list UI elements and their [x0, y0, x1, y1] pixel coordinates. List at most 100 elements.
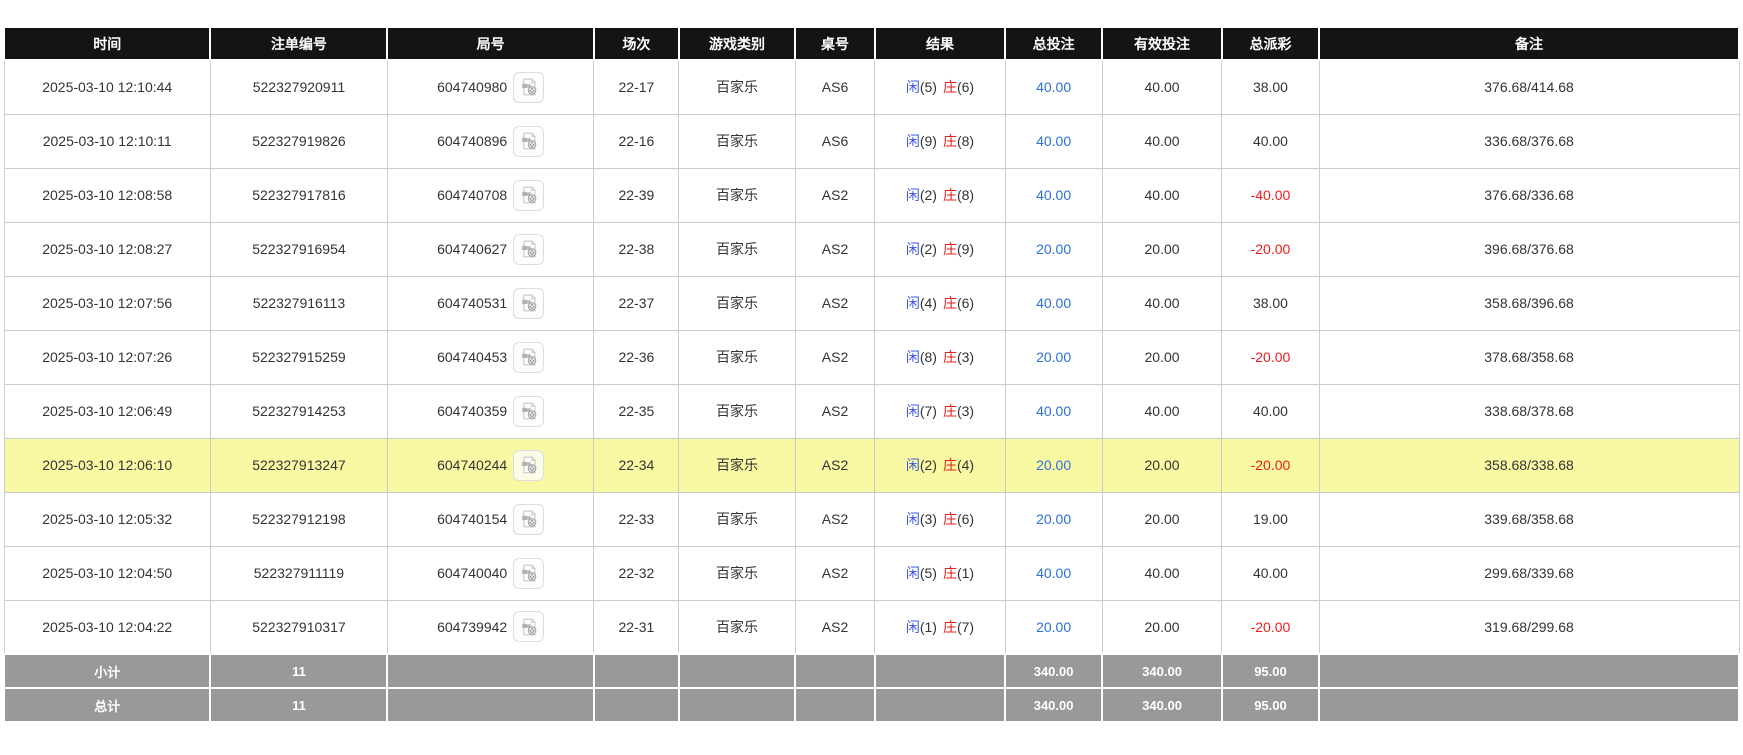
payout-value: 40.00: [1253, 403, 1288, 419]
video-replay-icon: [518, 562, 540, 584]
video-replay-button[interactable]: [513, 126, 544, 157]
video-replay-button[interactable]: [513, 611, 544, 642]
video-replay-button[interactable]: [513, 396, 544, 427]
cell-round-id: 604740531: [387, 276, 593, 330]
cell-game-type: 百家乐: [679, 492, 795, 546]
table-row[interactable]: 2025-03-10 12:04:50 522327911119 6047400…: [4, 546, 1739, 600]
result-player-label: 闲: [906, 349, 920, 365]
payout-value: -20.00: [1251, 619, 1291, 635]
result-player-score: (8): [920, 349, 937, 365]
result-banker-label: 庄: [943, 133, 957, 149]
cell-round-id: 604740708: [387, 168, 593, 222]
video-replay-button[interactable]: [513, 504, 544, 535]
video-replay-icon: [518, 400, 540, 422]
cell-round-id: 604740627: [387, 222, 593, 276]
table-header: 时间 注单编号 局号 场次 游戏类别 桌号 结果 总投注 有效投注 总派彩 备注: [4, 27, 1739, 60]
video-replay-button[interactable]: [513, 72, 544, 103]
cell-payout: 40.00: [1222, 114, 1319, 168]
total-empty-round: [387, 688, 593, 722]
subtotal-empty-remark: [1319, 654, 1739, 688]
cell-result: 闲(2)庄(8): [875, 168, 1005, 222]
result-banker-label: 庄: [943, 241, 957, 257]
cell-table-no: AS2: [795, 222, 875, 276]
round-id-value: 604740531: [437, 295, 507, 311]
cell-payout: -20.00: [1222, 222, 1319, 276]
table-row[interactable]: 2025-03-10 12:04:22 522327910317 6047399…: [4, 600, 1739, 654]
cell-valid-bet: 40.00: [1102, 546, 1222, 600]
cell-remark: 338.68/378.68: [1319, 384, 1739, 438]
cell-table-no: AS2: [795, 492, 875, 546]
total-label: 总计: [4, 688, 210, 722]
cell-result: 闲(9)庄(8): [875, 114, 1005, 168]
column-header-bet-id: 注单编号: [210, 27, 387, 60]
cell-total-bet: 40.00: [1005, 60, 1102, 114]
video-replay-button[interactable]: [513, 180, 544, 211]
result-banker-label: 庄: [943, 349, 957, 365]
cell-result: 闲(7)庄(3): [875, 384, 1005, 438]
total-count: 11: [210, 688, 387, 722]
result-banker-score: (1): [957, 565, 974, 581]
cell-valid-bet: 40.00: [1102, 276, 1222, 330]
result-banker-score: (8): [957, 133, 974, 149]
table-row[interactable]: 2025-03-10 12:07:56 522327916113 6047405…: [4, 276, 1739, 330]
cell-table-no: AS2: [795, 600, 875, 654]
table-row[interactable]: 2025-03-10 12:08:58 522327917816 6047407…: [4, 168, 1739, 222]
round-id-value: 604740154: [437, 511, 507, 527]
table-row[interactable]: 2025-03-10 12:10:11 522327919826 6047408…: [4, 114, 1739, 168]
cell-valid-bet: 40.00: [1102, 168, 1222, 222]
cell-table-no: AS2: [795, 384, 875, 438]
cell-game-type: 百家乐: [679, 384, 795, 438]
column-header-round-id: 局号: [387, 27, 593, 60]
cell-time: 2025-03-10 12:08:58: [4, 168, 210, 222]
cell-time: 2025-03-10 12:10:44: [4, 60, 210, 114]
result-player-score: (1): [920, 619, 937, 635]
payout-value: -40.00: [1251, 187, 1291, 203]
result-banker-label: 庄: [943, 619, 957, 635]
table-row[interactable]: 2025-03-10 12:06:49 522327914253 6047403…: [4, 384, 1739, 438]
round-id-value: 604740359: [437, 403, 507, 419]
video-replay-icon: [518, 238, 540, 260]
table-row[interactable]: 2025-03-10 12:07:26 522327915259 6047404…: [4, 330, 1739, 384]
cell-bet-id: 522327914253: [210, 384, 387, 438]
cell-round-id: 604740154: [387, 492, 593, 546]
cell-session: 22-16: [594, 114, 679, 168]
cell-total-bet: 20.00: [1005, 600, 1102, 654]
result-banker-score: (3): [957, 349, 974, 365]
table-row[interactable]: 2025-03-10 12:05:32 522327912198 6047401…: [4, 492, 1739, 546]
table-row[interactable]: 2025-03-10 12:06:10 522327913247 6047402…: [4, 438, 1739, 492]
cell-game-type: 百家乐: [679, 546, 795, 600]
video-replay-button[interactable]: [513, 234, 544, 265]
cell-result: 闲(3)庄(6): [875, 492, 1005, 546]
video-replay-button[interactable]: [513, 342, 544, 373]
cell-remark: 358.68/338.68: [1319, 438, 1739, 492]
cell-session: 22-32: [594, 546, 679, 600]
cell-total-bet: 20.00: [1005, 438, 1102, 492]
cell-payout: 40.00: [1222, 546, 1319, 600]
table-row[interactable]: 2025-03-10 12:10:44 522327920911 6047409…: [4, 60, 1739, 114]
result-banker-label: 庄: [943, 457, 957, 473]
cell-bet-id: 522327919826: [210, 114, 387, 168]
payout-value: 19.00: [1253, 511, 1288, 527]
result-banker-score: (6): [957, 295, 974, 311]
video-replay-button[interactable]: [513, 558, 544, 589]
payout-value: 40.00: [1253, 133, 1288, 149]
video-replay-button[interactable]: [513, 450, 544, 481]
table-footer: 小计 11 340.00 340.00 95.00 总计 11: [4, 654, 1739, 722]
table-row[interactable]: 2025-03-10 12:08:27 522327916954 6047406…: [4, 222, 1739, 276]
video-replay-icon: [518, 454, 540, 476]
cell-game-type: 百家乐: [679, 600, 795, 654]
video-replay-button[interactable]: [513, 288, 544, 319]
cell-total-bet: 40.00: [1005, 384, 1102, 438]
cell-valid-bet: 20.00: [1102, 222, 1222, 276]
cell-session: 22-35: [594, 384, 679, 438]
cell-remark: 336.68/376.68: [1319, 114, 1739, 168]
cell-total-bet: 20.00: [1005, 492, 1102, 546]
cell-payout: 38.00: [1222, 60, 1319, 114]
column-header-result: 结果: [875, 27, 1005, 60]
cell-table-no: AS2: [795, 330, 875, 384]
payout-value: 40.00: [1253, 565, 1288, 581]
cell-payout: -20.00: [1222, 438, 1319, 492]
cell-session: 22-39: [594, 168, 679, 222]
bet-records-page: 时间 注单编号 局号 场次 游戏类别 桌号 结果 总投注 有效投注 总派彩 备注…: [0, 0, 1743, 755]
cell-time: 2025-03-10 12:08:27: [4, 222, 210, 276]
